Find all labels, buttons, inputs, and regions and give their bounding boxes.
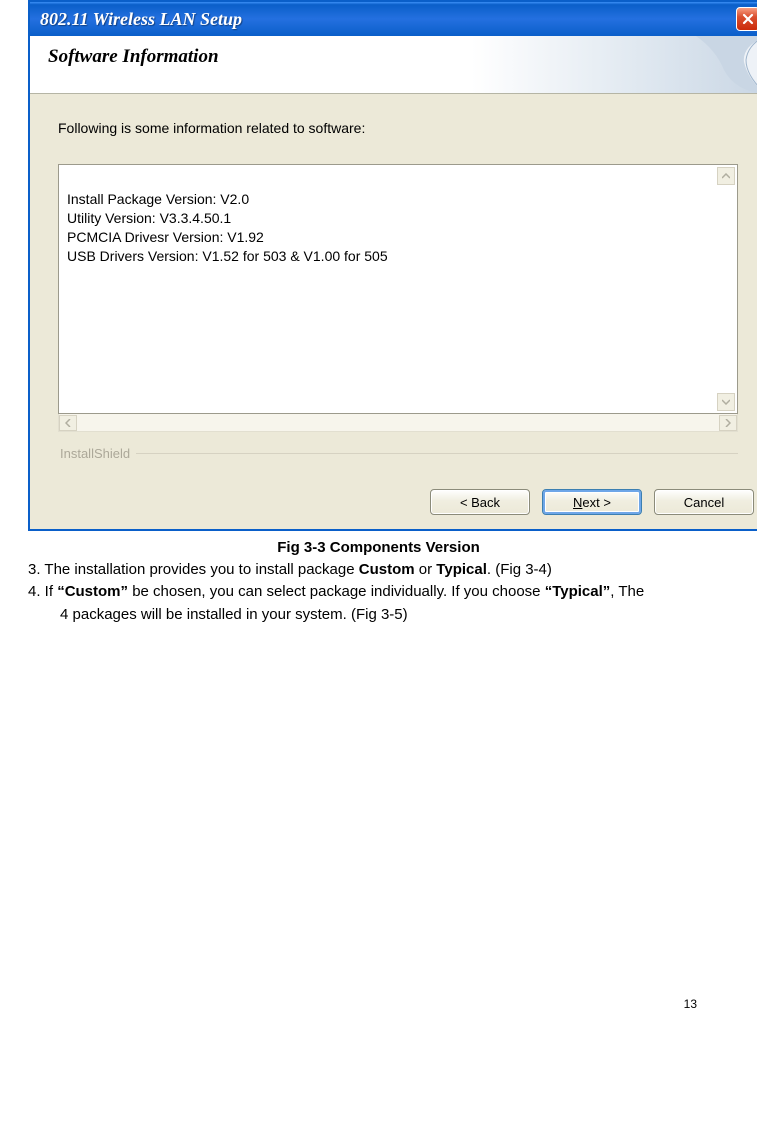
doc-line-4b: 4 packages will be installed in your sys… bbox=[28, 605, 729, 625]
chevron-down-icon bbox=[722, 399, 730, 405]
back-button-label: < Back bbox=[460, 495, 500, 510]
header-band: Software Information bbox=[30, 36, 757, 94]
chevron-up-icon bbox=[722, 173, 730, 179]
scroll-right-button[interactable] bbox=[719, 415, 737, 431]
scroll-left-button[interactable] bbox=[59, 415, 77, 431]
window-title: 802.11 Wireless LAN Setup bbox=[40, 9, 242, 30]
scroll-down-button[interactable] bbox=[717, 393, 735, 411]
header-title: Software Information bbox=[48, 46, 219, 67]
software-info-textbox[interactable]: Install Package Version: V2.0 Utility Ve… bbox=[58, 164, 738, 414]
close-button[interactable] bbox=[736, 7, 757, 31]
page-curl-decoration bbox=[696, 36, 757, 94]
next-button-label: Next > bbox=[573, 495, 611, 510]
back-button[interactable]: < Back bbox=[430, 489, 530, 515]
installshield-divider: InstallShield bbox=[58, 446, 738, 461]
divider-line bbox=[136, 453, 738, 454]
cancel-button-label: Cancel bbox=[684, 495, 724, 510]
cancel-button[interactable]: Cancel bbox=[654, 489, 754, 515]
intro-text: Following is some information related to… bbox=[58, 120, 738, 136]
info-box-wrap: Install Package Version: V2.0 Utility Ve… bbox=[58, 164, 738, 432]
installshield-label: InstallShield bbox=[58, 446, 136, 461]
titlebar: 802.11 Wireless LAN Setup bbox=[30, 2, 757, 36]
horizontal-scrollbar[interactable] bbox=[58, 414, 738, 432]
page-number: 13 bbox=[28, 627, 729, 1011]
software-info-content: Install Package Version: V2.0 Utility Ve… bbox=[67, 191, 388, 264]
scroll-up-button[interactable] bbox=[717, 167, 735, 185]
chevron-left-icon bbox=[65, 419, 71, 427]
doc-line-3: 3. The installation provides you to inst… bbox=[28, 560, 729, 580]
button-row: < Back Next > Cancel bbox=[30, 481, 757, 529]
next-button[interactable]: Next > bbox=[542, 489, 642, 515]
close-icon bbox=[742, 13, 754, 25]
dialog-body: Following is some information related to… bbox=[30, 94, 757, 481]
doc-line-4a: 4. If “Custom” be chosen, you can select… bbox=[28, 582, 729, 602]
installer-dialog: 802.11 Wireless LAN Setup Software Infor… bbox=[28, 0, 757, 531]
chevron-right-icon bbox=[725, 419, 731, 427]
figure-caption: Fig 3-3 Components Version bbox=[28, 539, 729, 556]
